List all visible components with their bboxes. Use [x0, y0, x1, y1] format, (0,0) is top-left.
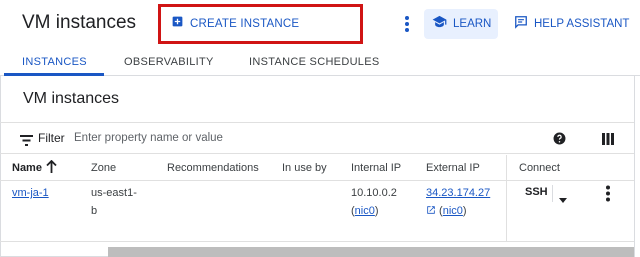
- page-header: VM instances CREATE INSTANCE LEARN HELP …: [0, 0, 640, 47]
- help-circle-icon[interactable]: [553, 132, 566, 150]
- page-title: VM instances: [22, 12, 137, 33]
- column-header-name[interactable]: Name: [12, 162, 42, 174]
- internal-nic-link[interactable]: nic0: [355, 205, 375, 217]
- filter-list-icon[interactable]: [20, 133, 33, 151]
- tab-observability[interactable]: OBSERVABILITY: [124, 47, 214, 76]
- column-header-connect: Connect: [519, 162, 560, 174]
- horizontal-scrollbar-thumb[interactable]: [108, 247, 634, 257]
- table-header: Name Zone Recommendations In use by Inte…: [0, 155, 634, 181]
- help-assistant-button[interactable]: HELP ASSISTANT: [514, 9, 638, 39]
- create-instance-button[interactable]: CREATE INSTANCE: [158, 4, 363, 44]
- external-ip-link[interactable]: 34.23.174.27: [426, 184, 490, 202]
- column-header-internal-ip[interactable]: Internal IP: [351, 162, 401, 174]
- zone-cell-line2: b: [91, 205, 98, 217]
- ssh-button[interactable]: SSH: [525, 186, 548, 198]
- arrow-up-icon[interactable]: [46, 159, 57, 178]
- internal-ip-cell: 10.10.0.2: [351, 187, 397, 199]
- chat-help-icon: [514, 15, 528, 34]
- internal-nic-cell: (nic0): [351, 205, 379, 217]
- add-box-icon: [171, 15, 184, 33]
- more-vert-icon[interactable]: [400, 14, 414, 34]
- instance-name-link[interactable]: vm-ja-1: [12, 184, 49, 202]
- filter-label: Filter: [38, 131, 65, 145]
- tab-bar: INSTANCES OBSERVABILITY INSTANCE SCHEDUL…: [0, 47, 640, 76]
- row-more-vert-icon[interactable]: [604, 185, 612, 207]
- learn-label: LEARN: [453, 18, 492, 30]
- column-header-recommendations[interactable]: Recommendations: [167, 162, 259, 174]
- filter-input[interactable]: [74, 128, 374, 148]
- external-nic-cell: (nic0): [426, 202, 467, 220]
- column-display-icon[interactable]: [602, 132, 614, 150]
- external-nic-link[interactable]: nic0: [443, 205, 463, 217]
- section-title: VM instances: [23, 90, 120, 107]
- column-header-zone[interactable]: Zone: [91, 162, 116, 174]
- learn-button[interactable]: LEARN: [424, 9, 498, 39]
- create-instance-label: CREATE INSTANCE: [190, 18, 300, 30]
- tab-instances[interactable]: INSTANCES: [22, 47, 87, 76]
- open-in-new-icon[interactable]: [426, 205, 436, 217]
- column-header-in-use-by[interactable]: In use by: [282, 162, 327, 174]
- ssh-divider: [552, 185, 553, 202]
- arrow-drop-down-icon[interactable]: [559, 190, 567, 208]
- school-icon: [432, 15, 447, 33]
- column-header-external-ip[interactable]: External IP: [426, 162, 480, 174]
- filter-bar: Filter: [0, 122, 634, 154]
- help-assistant-label: HELP ASSISTANT: [534, 18, 630, 30]
- zone-cell-line1: us-east1-: [91, 187, 137, 199]
- tab-instance-schedules[interactable]: INSTANCE SCHEDULES: [249, 47, 380, 76]
